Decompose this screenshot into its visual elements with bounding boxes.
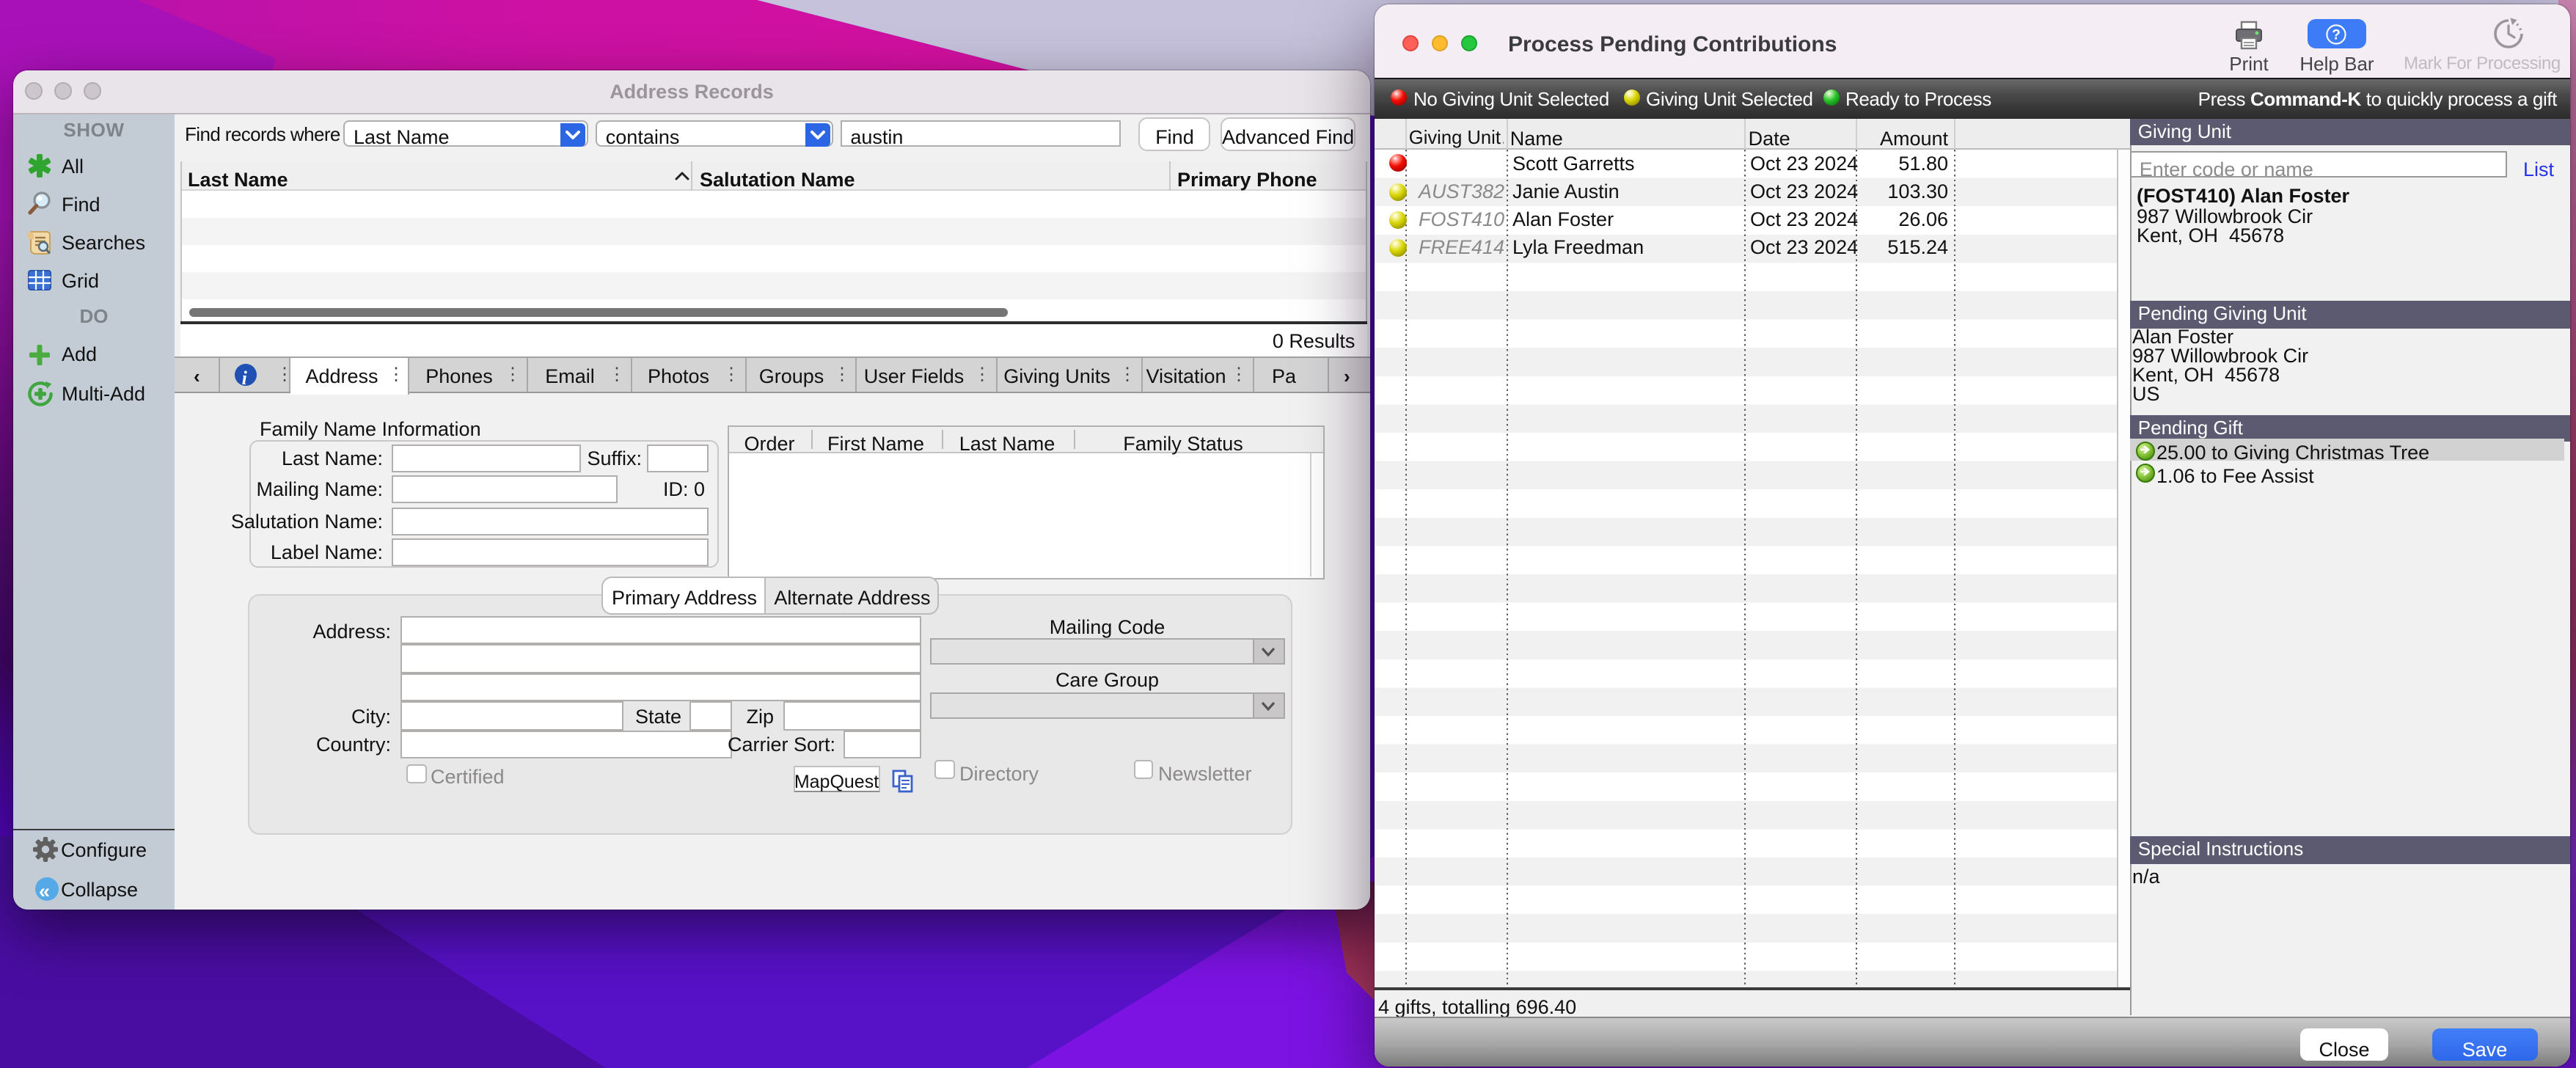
svg-text:?: ? <box>2332 27 2341 43</box>
